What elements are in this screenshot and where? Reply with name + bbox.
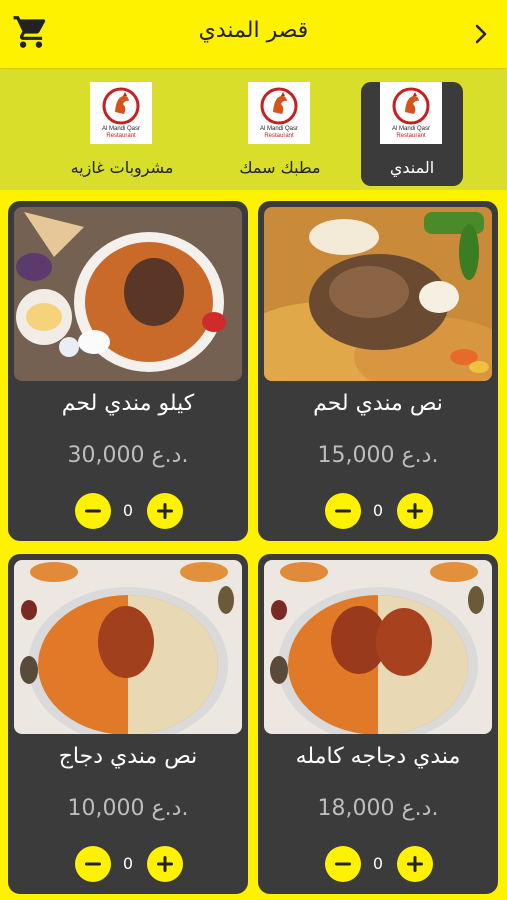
svg-text:Restaurant: Restaurant [106,133,136,139]
page-title: قصر المندي [198,18,309,43]
menu-item-card[interactable]: نص مندي دجاج 10,000 د.ع. 0 [8,554,248,894]
tab-mandi[interactable]: Al Mandi Qasr Restaurant المندي [361,82,463,186]
plus-icon [407,856,423,872]
quantity-stepper: 0 [8,493,248,529]
food-image [14,207,242,381]
tab-label: مطبك سمك [239,158,321,177]
quantity-value: 0 [122,501,134,520]
svg-text:Al Mandi Qasr: Al Mandi Qasr [102,126,140,132]
restaurant-logo: Al Mandi Qasr Restaurant [380,82,442,144]
svg-text:Al Mandi Qasr: Al Mandi Qasr [260,126,298,132]
restaurant-logo: Al Mandi Qasr Restaurant [90,82,152,144]
minus-icon [335,862,351,866]
food-image [14,560,242,734]
increase-button[interactable] [147,846,183,882]
quantity-stepper: 0 [258,846,498,882]
item-name: كيلو مندي لحم [61,391,195,416]
quantity-value: 0 [122,854,134,873]
increase-button[interactable] [147,493,183,529]
menu-item-card[interactable]: نص مندي لحم 15,000 د.ع. 0 [258,201,498,541]
decrease-button[interactable] [325,846,361,882]
increase-button[interactable] [397,846,433,882]
plus-icon [407,503,423,519]
item-name: نص مندي دجاج [58,744,198,769]
tab-label: المندي [389,158,435,177]
svg-text:Restaurant: Restaurant [264,133,294,139]
decrease-button[interactable] [75,846,111,882]
tab-fish-dishes[interactable]: Al Mandi Qasr Restaurant مطبك سمك [229,82,331,186]
chevron-right-icon [475,24,487,44]
food-image [264,560,492,734]
item-price: 30,000 د.ع. [67,443,189,468]
back-button[interactable] [473,22,489,46]
restaurant-logo: Al Mandi Qasr Restaurant [248,82,310,144]
quantity-value: 0 [372,501,384,520]
minus-icon [85,509,101,513]
minus-icon [335,509,351,513]
menu-item-card[interactable]: مندي دجاجه كامله 18,000 د.ع. 0 [258,554,498,894]
quantity-stepper: 0 [8,846,248,882]
item-name: نص مندي لحم [313,391,443,416]
item-price: 10,000 د.ع. [67,796,189,821]
plus-icon [157,503,173,519]
menu-item-card[interactable]: كيلو مندي لحم 30,000 د.ع. 0 [8,201,248,541]
decrease-button[interactable] [325,493,361,529]
quantity-stepper: 0 [258,493,498,529]
app-header: قصر المندي [0,0,507,69]
food-image [264,207,492,381]
quantity-value: 0 [372,854,384,873]
item-price: 15,000 د.ع. [317,443,439,468]
tab-label: مشروبات غازيه [70,158,174,177]
svg-text:Al Mandi Qasr: Al Mandi Qasr [392,126,430,132]
category-tabs: Al Mandi Qasr Restaurant المندي Al Mandi… [0,70,507,190]
minus-icon [85,862,101,866]
svg-text:Restaurant: Restaurant [396,133,426,139]
item-name: مندي دجاجه كامله [295,744,461,769]
item-price: 18,000 د.ع. [317,796,439,821]
tab-soft-drinks[interactable]: Al Mandi Qasr Restaurant مشروبات غازيه [71,82,173,186]
increase-button[interactable] [397,493,433,529]
plus-icon [157,856,173,872]
decrease-button[interactable] [75,493,111,529]
